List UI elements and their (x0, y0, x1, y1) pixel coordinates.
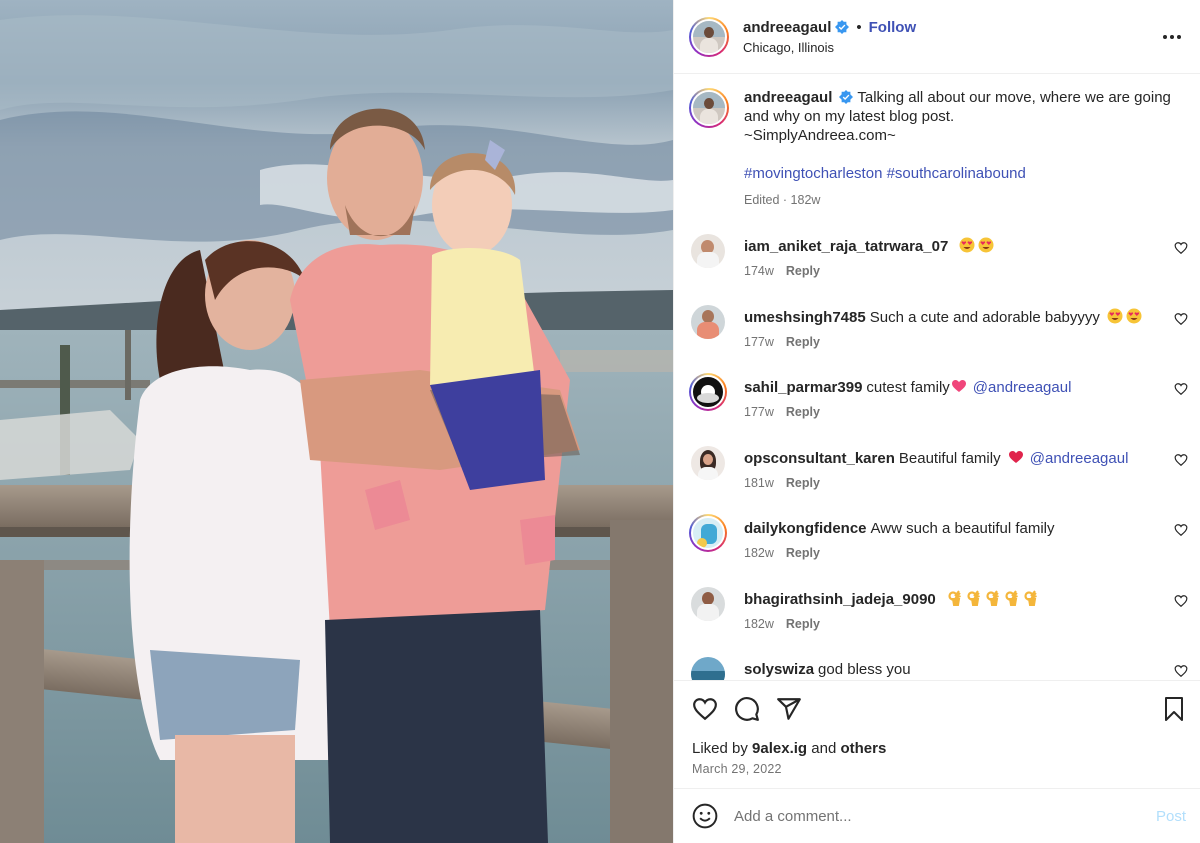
verified-badge-icon (839, 90, 854, 104)
commenter-username[interactable]: sahil_parmar399 (744, 379, 862, 396)
caption-author-avatar[interactable] (689, 88, 729, 128)
post-photo[interactable] (0, 0, 673, 843)
comment-like-heart-icon[interactable] (1174, 382, 1188, 396)
author-avatar[interactable] (689, 16, 729, 57)
liked-by-user[interactable]: 9alex.ig (752, 740, 807, 757)
comment-text: god bless you (818, 661, 911, 678)
comment-like-heart-icon[interactable] (1174, 453, 1188, 467)
emoji-smile-icon[interactable] (692, 803, 718, 829)
emoji-pink-heart-icon (951, 380, 966, 392)
comment-mention[interactable]: @andreeagaul (1030, 450, 1129, 467)
comment-icon[interactable] (734, 696, 760, 722)
add-comment-bar: Post (674, 788, 1200, 843)
commenter-avatar[interactable] (689, 373, 727, 411)
header-separator: • (856, 18, 862, 36)
author-username[interactable]: andreeagaul (743, 19, 831, 36)
comment-age: 177w (744, 334, 774, 349)
commenter-username[interactable]: bhagirathsinh_jadeja_9090 (744, 591, 936, 608)
caption-username[interactable]: andreeagaul (744, 89, 832, 106)
post-comment-button[interactable]: Post (1156, 808, 1186, 825)
share-icon[interactable] (776, 696, 802, 722)
commenter-username[interactable]: solyswiza (744, 661, 814, 678)
family-photo (0, 0, 673, 843)
post-location[interactable]: Chicago, Illinois (743, 40, 1160, 55)
comment-text: Such a cute and adorable babyyyy (869, 308, 1100, 326)
comment-input[interactable] (734, 807, 1156, 825)
emoji-ok-hand-icon (944, 589, 1039, 608)
commenter-username[interactable]: opsconsultant_karen (744, 450, 895, 467)
reply-button[interactable]: Reply (786, 546, 820, 560)
comment-like-heart-icon[interactable] (1174, 594, 1188, 608)
verified-badge-icon (835, 20, 850, 34)
reply-button[interactable]: Reply (786, 264, 820, 278)
commenter-avatar[interactable] (689, 514, 727, 552)
liked-by-others[interactable]: others (840, 740, 886, 757)
comment-text: cutest family (866, 379, 950, 396)
reply-button[interactable]: Reply (786, 476, 820, 490)
comment-text: Aww such a beautiful family (870, 520, 1055, 537)
comment-age: 177w (744, 405, 774, 419)
liked-by-and: and (811, 740, 837, 757)
author-info: andreeagaul • Follow Chicago, Illinois (743, 19, 1160, 55)
comment-age: 182w (744, 546, 774, 560)
post-header: andreeagaul • Follow Chicago, Illinois (674, 0, 1200, 74)
comment-like-heart-icon[interactable] (1174, 523, 1188, 537)
more-options-icon[interactable] (1160, 25, 1184, 49)
comment-age: 181w (744, 475, 774, 490)
emoji-red-heart-icon (1008, 450, 1023, 463)
comment-mention[interactable]: @andreeagaul (973, 379, 1072, 396)
post-caption: andreeagaul Talking all about our move, … (674, 74, 1200, 210)
commenter-username[interactable]: iam_aniket_raja_tatrwara_07 (744, 238, 948, 255)
heart-icon[interactable] (692, 696, 718, 722)
caption-meta: Edited · 182w (744, 193, 821, 207)
comment-item: umeshsingh7485 Such a cute and adorable b… (674, 304, 1200, 376)
comment-item: opsconsultant_karen Beautiful family @and… (674, 445, 1200, 517)
post-actions: Liked by 9alex.ig and others March 29, 2… (674, 680, 1200, 788)
commenter-avatar[interactable] (691, 586, 725, 621)
caption-hashtags[interactable]: #movingtocharleston #southcarolinabound (744, 164, 1174, 183)
comment-like-heart-icon[interactable] (1174, 312, 1188, 326)
comment-item: sahil_parmar399 cutest family @andreeagaul… (674, 373, 1200, 446)
commenter-username[interactable]: umeshsingh7485 (744, 309, 866, 326)
comment-item: solyswiza god bless you (674, 657, 1200, 680)
reply-button[interactable]: Reply (786, 405, 820, 419)
comments-list[interactable]: andreeagaul Talking all about our move, … (674, 74, 1200, 680)
follow-button[interactable]: Follow (869, 19, 917, 36)
comment-age: 182w (744, 616, 774, 631)
commenter-avatar[interactable] (691, 234, 725, 268)
post-details-panel: andreeagaul • Follow Chicago, Illinois a… (673, 0, 1200, 843)
comment-item: bhagirathsinh_jadeja_9090 182w Reply (674, 586, 1200, 658)
bookmark-icon[interactable] (1162, 696, 1186, 722)
reply-button[interactable]: Reply (786, 335, 820, 349)
instagram-post: andreeagaul • Follow Chicago, Illinois a… (0, 0, 1200, 843)
caption-body: andreeagaul Talking all about our move, … (744, 88, 1174, 210)
emoji-heart-eyes-icon (956, 237, 994, 255)
comment-like-heart-icon[interactable] (1174, 241, 1188, 255)
comment-age: 174w (744, 264, 774, 278)
comment-item: dailykongfidence Aww such a beautiful fam… (674, 514, 1200, 587)
comment-item: iam_aniket_raja_tatrwara_07 174w Reply (674, 234, 1200, 305)
commenter-username[interactable]: dailykongfidence (744, 520, 867, 537)
comment-like-heart-icon[interactable] (1174, 664, 1188, 678)
caption-site: ~SimplyAndreea.com~ (744, 127, 896, 144)
commenter-avatar[interactable] (691, 304, 725, 339)
post-date[interactable]: March 29, 2022 (692, 762, 1184, 776)
comment-text: Beautiful family (898, 449, 1001, 467)
commenter-avatar[interactable] (691, 657, 725, 680)
emoji-heart-eyes-icon (1104, 308, 1142, 326)
reply-button[interactable]: Reply (786, 617, 820, 631)
commenter-avatar[interactable] (691, 445, 725, 480)
likes-summary: Liked by 9alex.ig and others (692, 740, 1184, 757)
liked-by-prefix: Liked by (692, 740, 748, 757)
